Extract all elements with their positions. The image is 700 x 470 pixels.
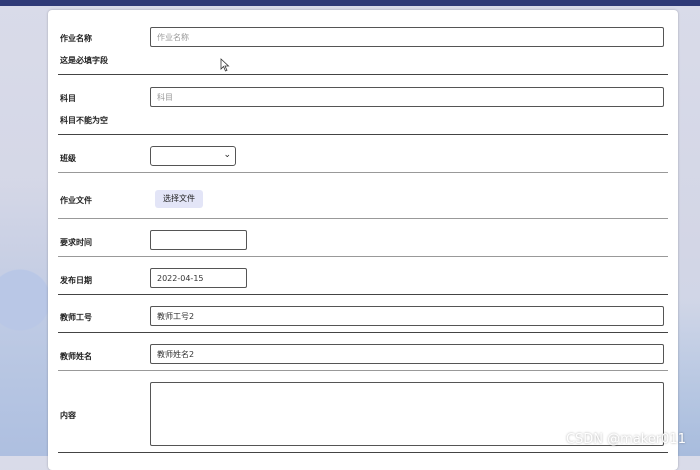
teacher-name-label: 教师姓名 (60, 352, 92, 361)
divider (58, 172, 668, 173)
chevron-down-icon: ⌄ (223, 150, 231, 160)
divider (58, 134, 668, 135)
divider (58, 74, 668, 75)
top-bar (0, 0, 700, 6)
divider (58, 332, 668, 333)
due-time-input[interactable] (150, 230, 247, 250)
homework-form: 作业名称 这是必填字段 科目 科目不能为空 班级 ⌄ 作业文件 选择文件 要求时… (48, 10, 678, 470)
name-required-hint: 这是必填字段 (60, 56, 108, 65)
choose-file-button[interactable]: 选择文件 (155, 190, 203, 208)
teacher-name-input[interactable] (150, 344, 664, 364)
homework-name-input[interactable] (150, 27, 664, 47)
divider (58, 452, 668, 453)
publish-date-label: 发布日期 (60, 276, 92, 285)
watermark: CSDN @maker011 (565, 432, 686, 447)
subject-required-hint: 科目不能为空 (60, 116, 108, 125)
divider (58, 370, 668, 371)
content-label: 内容 (60, 411, 76, 420)
subject-label: 科目 (60, 94, 76, 103)
subject-input[interactable] (150, 87, 664, 107)
background-decoration-left (0, 180, 50, 456)
file-label: 作业文件 (60, 196, 92, 205)
name-label: 作业名称 (60, 34, 92, 43)
divider (58, 294, 668, 295)
teacher-id-input[interactable] (150, 306, 664, 326)
divider (58, 218, 668, 219)
due-time-label: 要求时间 (60, 238, 92, 247)
mouse-pointer-icon (220, 58, 230, 72)
teacher-id-label: 教师工号 (60, 313, 92, 322)
class-select[interactable]: ⌄ (150, 146, 236, 166)
publish-date-input[interactable] (150, 268, 247, 288)
class-label: 班级 (60, 154, 76, 163)
divider (58, 256, 668, 257)
